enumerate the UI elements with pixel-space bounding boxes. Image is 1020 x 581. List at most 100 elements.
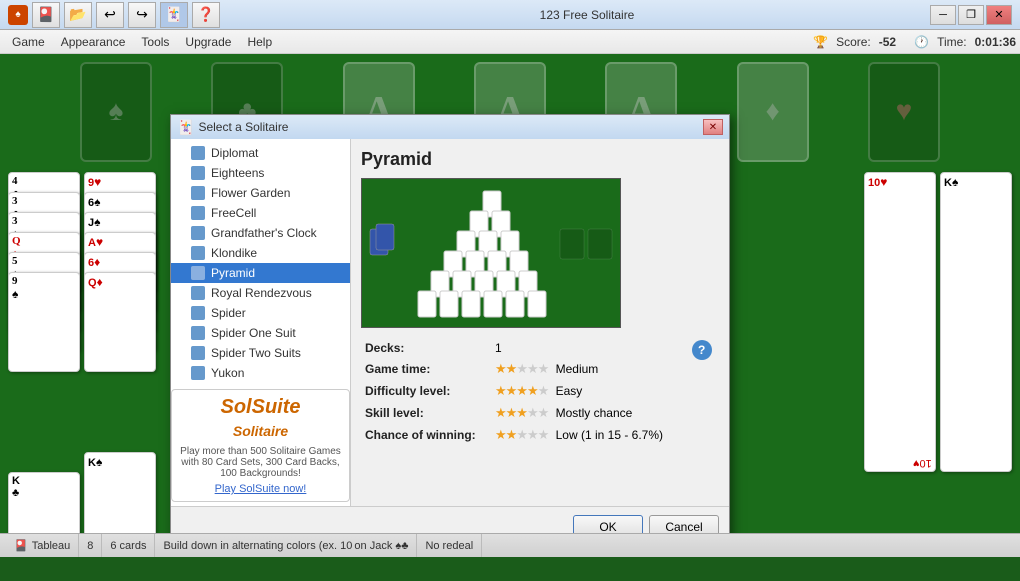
winning-value: ★★★★★ Low (1 in 15 - 6.7%) (491, 424, 688, 446)
difficulty-text: Easy (556, 384, 583, 398)
dialog-icon: 🃏 (177, 119, 194, 136)
klondike-icon (191, 246, 205, 260)
time-label: Time: (937, 35, 967, 49)
game-item-eighteens[interactable]: Eighteens (171, 163, 350, 183)
pyramid-icon (191, 266, 205, 280)
eighteens-icon (191, 166, 205, 180)
winning-stars: ★★ (495, 427, 516, 442)
game-item-yukon[interactable]: Yukon (171, 363, 350, 383)
menu-game[interactable]: Game (4, 30, 53, 53)
solsuite-logo: SolSuiteSolitaire (178, 396, 343, 442)
help-btn-toolbar[interactable]: ❓ (192, 2, 220, 28)
score-value: -52 (879, 35, 896, 49)
skill-text: Mostly chance (556, 406, 633, 420)
diplomat-icon (191, 146, 205, 160)
game-item-grandfathers-clock[interactable]: Grandfather's Clock (171, 223, 350, 243)
menu-upgrade[interactable]: Upgrade (177, 30, 239, 53)
game-item-spider-one-suit[interactable]: Spider One Suit (171, 323, 350, 343)
winning-empty: ★★★ (516, 427, 548, 442)
pyramid-preview-svg (362, 179, 621, 328)
redeal-seg: No redeal (417, 534, 482, 557)
yukon-icon (191, 366, 205, 380)
clock-icon: 🕐 (914, 35, 929, 49)
close-btn[interactable]: ✕ (986, 5, 1012, 25)
skill-value: ★★★★★ Mostly chance (491, 402, 688, 424)
game-time-value: ★★★★★ Medium (491, 358, 688, 380)
stat-skill: Skill level: ★★★★★ Mostly chance (361, 402, 719, 424)
decks-value: 1 (491, 338, 688, 358)
select-btn[interactable]: 🃏 (160, 2, 188, 28)
menu-tools[interactable]: Tools (133, 30, 177, 53)
tableau-icon-seg: 🎴 Tableau (6, 534, 79, 557)
selected-game-title: Pyramid (361, 149, 719, 170)
status-bar: 🎴 Tableau 8 6 cards Build down in altern… (0, 533, 1020, 557)
solsuite-promo: SolSuiteSolitaire Play more than 500 Sol… (171, 389, 350, 502)
game-item-klondike[interactable]: Klondike (171, 243, 350, 263)
royal-rendezvous-icon (191, 286, 205, 300)
menu-appearance[interactable]: Appearance (53, 30, 134, 53)
window-controls: ─ ❐ ✕ (930, 5, 1012, 25)
game-item-royal-rendezvous[interactable]: Royal Rendezvous (171, 283, 350, 303)
game-preview (361, 178, 621, 328)
freecell-icon (191, 206, 205, 220)
tableau-label: Tableau (32, 540, 71, 552)
title-bar-left: ♠ 🎴 📂 ↩ ↪ 🃏 ❓ (8, 2, 244, 28)
new-game-btn[interactable]: 🎴 (32, 2, 60, 28)
difficulty-label: Difficulty level: (361, 380, 491, 402)
stat-game-time: Game time: ★★★★★ Medium (361, 358, 719, 380)
dialog-title: Select a Solitaire (198, 120, 288, 134)
redo-btn[interactable]: ↪ (128, 2, 156, 28)
time-value: 0:01:36 (975, 35, 1016, 49)
game-detail: Pyramid (351, 139, 729, 506)
flower-garden-icon (191, 186, 205, 200)
game-item-freecell[interactable]: FreeCell (171, 203, 350, 223)
game-list: Diplomat Eighteens Flower Garden FreeCel… (171, 139, 351, 506)
skill-empty: ★★ (527, 405, 548, 420)
tableau-icon: 🎴 (14, 539, 28, 552)
help-icon[interactable]: ? (692, 340, 712, 360)
decks-label: Decks: (361, 338, 491, 358)
score-time-bar: 🏆 Score: -52 🕐 Time: 0:01:36 (813, 35, 1016, 49)
dialog-close-btn[interactable]: ✕ (703, 119, 723, 135)
game-time-text: Medium (556, 362, 599, 376)
stat-winning: Chance of winning: ★★★★★ Low (1 in 15 - … (361, 424, 719, 446)
title-bar: ♠ 🎴 📂 ↩ ↪ 🃏 ❓ 123 Free Solitaire ─ ❐ ✕ (0, 0, 1020, 30)
game-item-pyramid[interactable]: Pyramid (171, 263, 350, 283)
select-solitaire-dialog: 🃏 Select a Solitaire ✕ Diplomat Eighteen… (170, 114, 730, 548)
game-item-spider[interactable]: Spider (171, 303, 350, 323)
difficulty-empty: ★ (538, 383, 549, 398)
game-time-empty-stars: ★★★ (516, 361, 548, 376)
promo-text: Play more than 500 Solitaire Games with … (178, 446, 343, 479)
dialog-overlay: 🃏 Select a Solitaire ✕ Diplomat Eighteen… (0, 54, 1020, 557)
game-stats-table: Decks: 1 ? Game time: ★★★★★ Medium (361, 338, 719, 446)
stat-difficulty: Difficulty level: ★★★★★ Easy (361, 380, 719, 402)
window-title: 123 Free Solitaire (244, 8, 930, 22)
undo-btn[interactable]: ↩ (96, 2, 124, 28)
restore-btn[interactable]: ❐ (958, 5, 984, 25)
difficulty-stars: ★★★★ (495, 383, 538, 398)
open-btn[interactable]: 📂 (64, 2, 92, 28)
game-item-diplomat[interactable]: Diplomat (171, 143, 350, 163)
minimize-btn[interactable]: ─ (930, 5, 956, 25)
rule-text: Build down in alternating colors (ex. 10 (163, 540, 352, 552)
on-jack: on Jack ♠♣ (354, 540, 408, 552)
skill-stars: ★★★ (495, 405, 527, 420)
winning-text: Low (1 in 15 - 6.7%) (556, 428, 663, 442)
spider-one-suit-icon (191, 326, 205, 340)
promo-link[interactable]: Play SolSuite now! (215, 483, 307, 495)
menu-bar: Game Appearance Tools Upgrade Help 🏆 Sco… (0, 30, 1020, 54)
columns-seg: 8 (79, 534, 102, 557)
skill-label: Skill level: (361, 402, 491, 424)
game-item-flower-garden[interactable]: Flower Garden (171, 183, 350, 203)
winning-label: Chance of winning: (361, 424, 491, 446)
rule-seg: Build down in alternating colors (ex. 10… (155, 534, 417, 557)
score-label: Score: (836, 35, 871, 49)
dialog-body: Diplomat Eighteens Flower Garden FreeCel… (171, 139, 729, 506)
game-item-spider-two-suits[interactable]: Spider Two Suits (171, 343, 350, 363)
game-time-stars: ★★ (495, 361, 516, 376)
menu-help[interactable]: Help (239, 30, 280, 53)
game-area: ♠ ♣ A A A ♦ ♥ 4♣ 3♣ 3♠ Q♦ 5♠ 9♠ (0, 54, 1020, 557)
grandfathers-clock-icon (191, 226, 205, 240)
stat-decks: Decks: 1 ? (361, 338, 719, 358)
dialog-titlebar: 🃏 Select a Solitaire ✕ (171, 115, 729, 139)
